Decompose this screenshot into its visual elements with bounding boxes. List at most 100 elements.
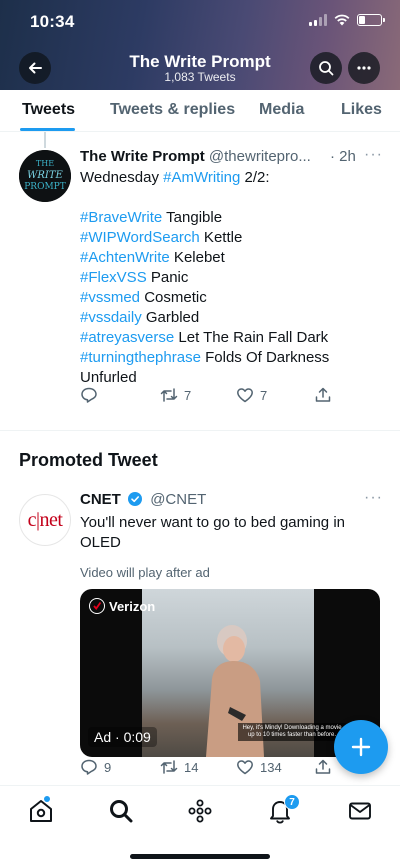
tweet-text-line: Unfurled (80, 368, 380, 388)
more-horizontal-icon (357, 66, 371, 70)
svg-text:THE: THE (36, 159, 54, 168)
ad-timer-label: Ad · 0:09 (88, 727, 157, 747)
share-button[interactable] (314, 758, 332, 776)
like-count: 7 (260, 387, 268, 403)
tweet-timestamp[interactable]: · 2h (330, 148, 356, 165)
tweet-text-line: #FlexVSS Panic (80, 268, 380, 288)
home-indicator (130, 854, 270, 859)
bottom-navigation: 7 (0, 785, 400, 866)
tab-tweets-and-replies[interactable]: Tweets & replies (110, 101, 235, 119)
promoted-video[interactable]: Hey, it's Mindy! Downloading a movie up … (80, 589, 380, 757)
tweet-text-segment: Wednesday (80, 169, 164, 186)
spaces-icon[interactable] (187, 798, 213, 824)
cnet-logo: c|net (27, 508, 63, 531)
promoted-tweet-header: CNET @CNET (80, 491, 206, 508)
avatar[interactable]: c|net (19, 494, 71, 546)
retweet-icon (160, 388, 178, 402)
tab-likes[interactable]: Likes (341, 101, 382, 119)
hashtag-link[interactable]: #WIPWordSearch (80, 229, 200, 246)
heart-icon (237, 760, 253, 775)
hashtag-link[interactable]: #FlexVSS (80, 269, 147, 286)
reply-count: 9 (104, 759, 112, 775)
heart-icon (237, 388, 253, 403)
tweet-text: Wednesday #AmWriting 2/2: #BraveWrite Tan… (80, 168, 380, 388)
hashtag-link[interactable]: #vssmed (80, 289, 140, 306)
hashtag-link[interactable]: #AchtenWrite (80, 249, 170, 266)
notifications-badge: 7 (284, 794, 300, 810)
cellular-signal-icon (309, 14, 327, 26)
tweet-text-segment: Folds Of Darkness (200, 349, 330, 366)
tweet-author-handle[interactable]: @thewritepro... (209, 148, 311, 165)
promoted-more-icon[interactable]: ··· (364, 489, 383, 507)
tweet-divider (0, 430, 400, 431)
tweet-text-line: #turningthephrase Folds Of Darkness (80, 348, 380, 368)
more-options-button[interactable] (348, 52, 380, 84)
tweet-text-segment: Unfurled (80, 369, 137, 386)
avatar[interactable]: THE WRITE PROMPT (19, 150, 71, 202)
tweet-text-segment: 2/2: (240, 169, 270, 186)
home-unread-dot (44, 796, 50, 802)
battery-icon (357, 14, 385, 26)
verified-badge-icon (128, 492, 143, 506)
promoted-tweet-text: You'll never want to go to bed gaming in… (80, 514, 345, 551)
search-icon[interactable] (108, 798, 134, 824)
like-button[interactable]: 134 (236, 758, 282, 776)
retweet-button[interactable]: 14 (160, 758, 198, 776)
wifi-icon (334, 14, 350, 26)
status-icons (309, 14, 385, 26)
svg-text:PROMPT: PROMPT (24, 182, 65, 192)
share-button[interactable] (314, 386, 332, 404)
video-frame: Hey, it's Mindy! Downloading a movie up … (142, 589, 346, 757)
profile-header-banner: 10:34 The Write Prompt 1,083 Tweets (0, 0, 400, 90)
thread-line (44, 132, 46, 148)
promoted-tweet-heading: Promoted Tweet (19, 450, 158, 470)
reply-icon (81, 387, 97, 403)
promoted-author-handle[interactable]: @CNET (150, 491, 206, 508)
search-button[interactable] (310, 52, 342, 84)
promoted-author-name[interactable]: CNET (80, 491, 121, 508)
tweet-text-segment: Kelebet (169, 249, 225, 266)
active-tab-indicator (20, 128, 75, 131)
tweet-text-segment: Garbled (141, 309, 200, 326)
tweet-text-line: Wednesday #AmWriting 2/2: (80, 168, 380, 188)
retweet-count: 14 (184, 759, 199, 775)
share-icon (315, 759, 331, 774)
tweet-text-segment: Panic (146, 269, 189, 286)
tab-media[interactable]: Media (259, 101, 304, 119)
hashtag-link[interactable]: #atreyasverse (80, 329, 174, 346)
tweet-author-name[interactable]: The Write Prompt (80, 148, 205, 165)
share-icon (315, 387, 331, 402)
reply-button[interactable] (80, 386, 98, 404)
hashtag-link[interactable]: #turningthephrase (80, 349, 201, 366)
messages-envelope-icon[interactable] (347, 798, 373, 824)
search-icon (319, 61, 334, 76)
reply-button[interactable]: 9 (80, 758, 111, 776)
reply-icon (81, 759, 97, 775)
compose-tweet-button[interactable] (334, 720, 388, 774)
like-count: 134 (260, 759, 282, 775)
tweet-text-line: #atreyasverse Let The Rain Fall Dark (80, 328, 380, 348)
tweet-text-line: #AchtenWrite Kelebet (80, 248, 380, 268)
tweet-text-line: #vssmed Cosmetic (80, 288, 380, 308)
video-caption: Hey, it's Mindy! Downloading a movie up … (238, 723, 346, 741)
tweet-text-line: #vssdaily Garbled (80, 308, 380, 328)
like-button[interactable]: 7 (236, 386, 267, 404)
hashtag-link[interactable]: #BraveWrite (80, 209, 162, 226)
hashtag-link[interactable]: #AmWriting (163, 169, 240, 186)
video-brand: Verizon (89, 598, 155, 614)
tweet-text-segment: Let The Rain Fall Dark (174, 329, 329, 346)
tweet-text-segment: Cosmetic (140, 289, 207, 306)
tweet-text-segment: Tangible (162, 209, 223, 226)
status-time: 10:34 (30, 12, 75, 31)
the-write-prompt-logo: THE WRITE PROMPT (19, 150, 71, 202)
svg-text:WRITE: WRITE (27, 170, 63, 181)
tweet-text-line: #WIPWordSearch Kettle (80, 228, 380, 248)
retweet-icon (160, 760, 178, 774)
home-icon[interactable] (28, 798, 54, 824)
retweet-button[interactable]: 7 (160, 386, 191, 404)
tweet-text-line: #BraveWrite Tangible (80, 208, 380, 228)
tab-tweets[interactable]: Tweets (22, 101, 75, 119)
hashtag-link[interactable]: #vssdaily (80, 309, 142, 326)
tweet-more-icon[interactable]: ··· (364, 146, 383, 164)
